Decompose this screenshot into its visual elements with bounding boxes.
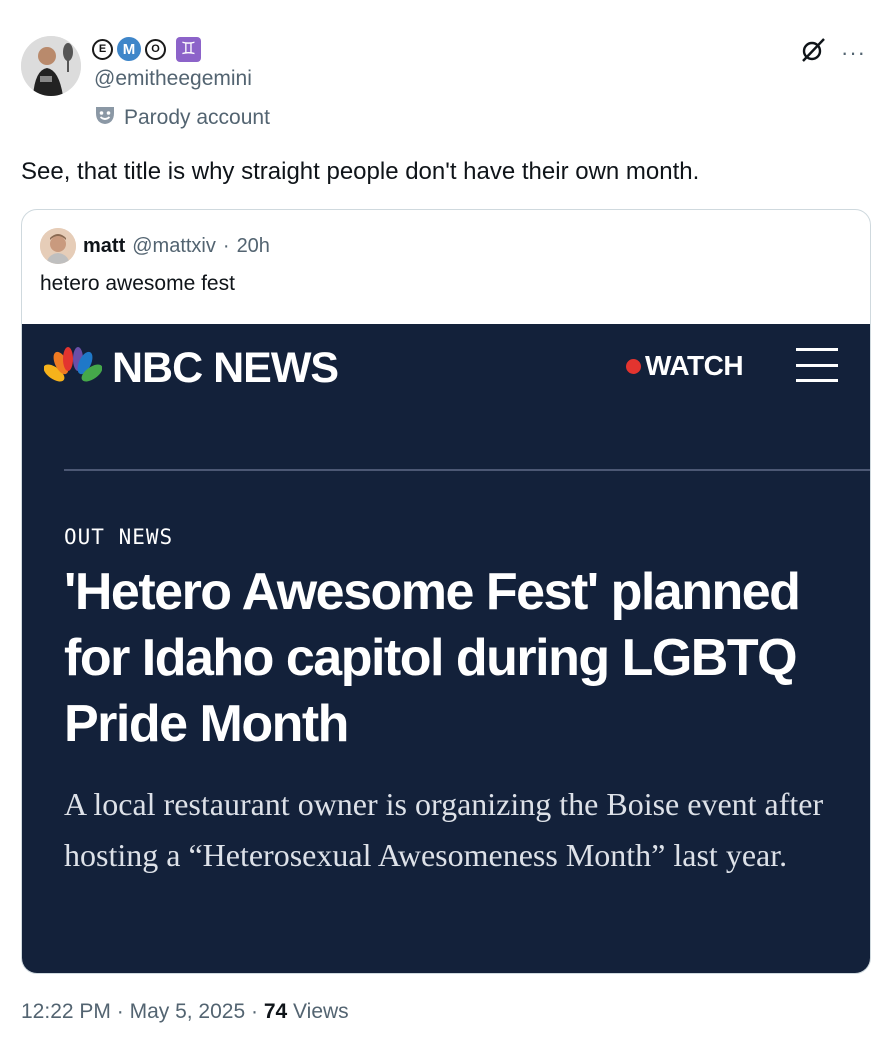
- tweet-text: See, that title is why straight people d…: [21, 158, 700, 185]
- hamburger-menu-icon: [796, 348, 838, 382]
- author-name-emojis[interactable]: E M O ♊: [92, 36, 201, 62]
- more-icon[interactable]: ···: [841, 41, 866, 64]
- article-screenshot[interactable]: NBC NEWS WATCH OUT NEWS 'Hetero Awesome …: [22, 324, 870, 973]
- emoji-e-icon: E: [92, 38, 113, 60]
- watch-label: WATCH: [645, 350, 744, 381]
- quoted-handle[interactable]: @mattxiv: [132, 235, 216, 258]
- footer-separator: ·: [251, 1000, 258, 1023]
- emoji-m-icon: M: [117, 37, 141, 61]
- grok-icon[interactable]: [799, 36, 827, 69]
- article-divider: [64, 469, 870, 471]
- nbc-logo: NBC NEWS: [43, 344, 339, 393]
- article-section: OUT NEWS: [64, 525, 174, 549]
- live-dot-icon: [626, 358, 641, 374]
- footer-separator: ·: [116, 1000, 124, 1023]
- quoted-avatar[interactable]: [40, 228, 76, 264]
- quoted-tweet-header: matt @mattxiv · 20h: [40, 228, 270, 264]
- article-headline: 'Hetero Awesome Fest' planned for Idaho …: [64, 563, 801, 753]
- parody-badge: Parody account: [94, 104, 270, 131]
- tweet-footer: 12:22 PM · May 5, 2025 · 74 Views: [21, 1000, 349, 1024]
- nbc-wordmark: NBC NEWS: [112, 344, 339, 392]
- author-avatar[interactable]: [21, 36, 81, 96]
- views-label[interactable]: Views: [293, 1000, 349, 1023]
- quoted-separator: ·: [222, 234, 230, 257]
- author-handle[interactable]: @emitheegemini: [94, 67, 252, 91]
- quoted-age[interactable]: 20h: [237, 235, 270, 258]
- gemini-icon: ♊: [176, 36, 201, 62]
- quoted-text: hetero awesome fest: [40, 272, 235, 295]
- parody-mask-icon: [94, 104, 116, 131]
- article-dek: A local restaurant owner is organizing t…: [64, 786, 824, 873]
- views-count[interactable]: 74: [264, 1000, 287, 1023]
- nbc-peacock-icon: [43, 346, 103, 391]
- quoted-name[interactable]: matt: [83, 235, 125, 258]
- tweet-actions-top: ···: [799, 36, 866, 69]
- emoji-o-icon: O: [145, 38, 166, 60]
- quoted-tweet-card[interactable]: matt @mattxiv · 20h hetero awesome fest …: [21, 209, 871, 974]
- watch-button: WATCH: [626, 350, 744, 382]
- tweet-time[interactable]: 12:22 PM: [21, 1000, 111, 1023]
- tweet-date[interactable]: May 5, 2025: [130, 1000, 246, 1023]
- parody-label: Parody account: [124, 105, 270, 129]
